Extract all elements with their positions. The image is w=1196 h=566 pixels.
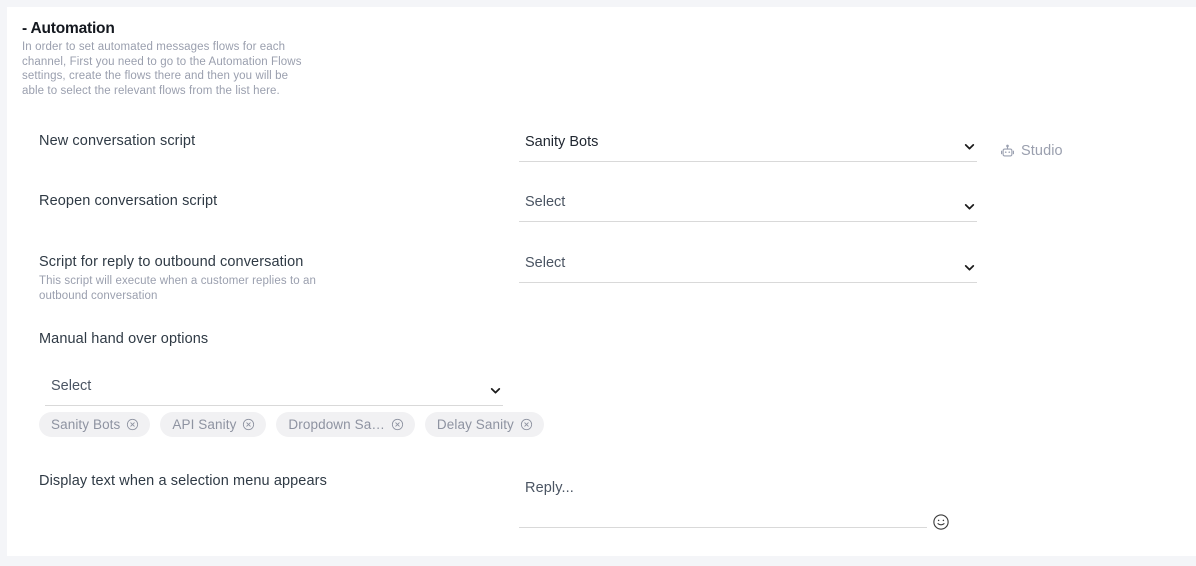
selection-menu-text-placeholder: Reply... xyxy=(525,480,574,496)
label-selection-menu-text: Display text when a selection menu appea… xyxy=(39,473,327,489)
chip-label: API Sanity xyxy=(172,417,237,432)
chip-item[interactable]: Dropdown Sa… xyxy=(276,412,415,437)
manual-hand-over-select[interactable]: Select xyxy=(45,374,503,406)
close-circle-icon[interactable] xyxy=(126,418,139,431)
automation-settings-card: - Automation In order to set automated m… xyxy=(7,7,1196,556)
manual-hand-over-chip-list: Sanity Bots API Sanity Dropdown Sa… Dela… xyxy=(39,412,544,437)
label-manual-hand-over-options: Manual hand over options xyxy=(39,331,209,347)
sublabel-outbound-reply-script: This script will execute when a customer… xyxy=(39,275,317,302)
chip-label: Delay Sanity xyxy=(436,417,514,432)
label-new-conversation-script: New conversation script xyxy=(39,133,196,149)
chip-item[interactable]: Sanity Bots xyxy=(39,412,151,437)
chip-item[interactable]: Delay Sanity xyxy=(424,412,544,437)
outbound-reply-script-select[interactable]: Select xyxy=(519,251,977,283)
smiley-icon[interactable] xyxy=(932,513,950,531)
studio-link[interactable]: Studio xyxy=(1000,143,1063,159)
reopen-conversation-script-select[interactable]: Select xyxy=(519,190,977,222)
close-circle-icon[interactable] xyxy=(391,418,404,431)
selection-menu-text-field[interactable]: Reply... xyxy=(519,477,927,528)
section-description: In order to set automated messages flows… xyxy=(22,41,302,97)
robot-icon xyxy=(1000,144,1015,159)
page-title: - Automation xyxy=(22,20,115,37)
label-outbound-reply-script: Script for reply to outbound conversatio… xyxy=(39,254,304,270)
close-circle-icon[interactable] xyxy=(520,418,533,431)
chip-item[interactable]: API Sanity xyxy=(160,412,267,437)
new-conversation-script-select[interactable]: Sanity Bots xyxy=(519,130,977,162)
label-reopen-conversation-script: Reopen conversation script xyxy=(39,193,218,209)
chip-label: Sanity Bots xyxy=(51,417,121,432)
studio-link-label: Studio xyxy=(1021,143,1063,159)
close-circle-icon[interactable] xyxy=(242,418,255,431)
chip-label: Dropdown Sa… xyxy=(288,417,385,432)
